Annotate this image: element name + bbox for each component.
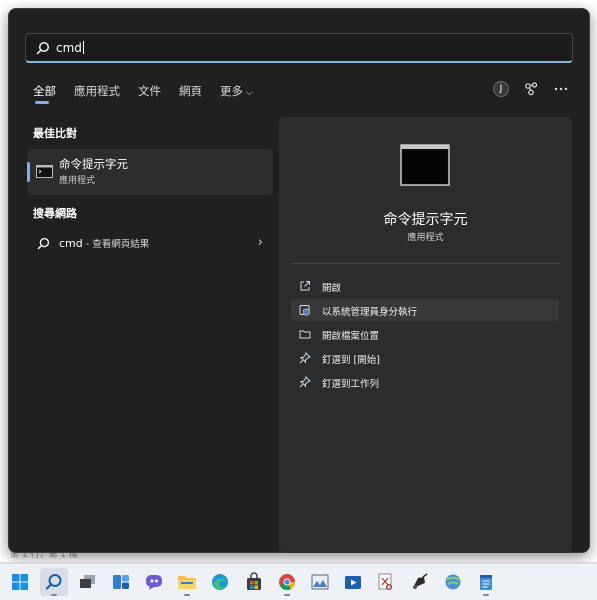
action-label: 開啟檔案位置 (322, 331, 380, 342)
admin-shield-icon (299, 305, 310, 316)
detail-app-type: 應用程式 (407, 233, 444, 243)
taskbar-chrome-button[interactable] (273, 568, 301, 596)
taskbar-start-button[interactable] (6, 568, 34, 596)
web-search-term: cmd (59, 237, 83, 250)
detail-app-name: 命令提示字元 (383, 212, 468, 228)
tab-all[interactable]: 全部 (33, 83, 56, 104)
pin-icon (299, 352, 311, 364)
action-pin-to-start[interactable]: 釘選到 [開始] (291, 347, 559, 369)
search-input[interactable]: cmd (25, 33, 573, 63)
photos-icon (311, 574, 329, 590)
best-match-type: 應用程式 (59, 176, 96, 186)
taskbar-media-button[interactable] (339, 568, 367, 596)
paint-icon (413, 573, 428, 589)
taskbar-edge-button[interactable] (206, 568, 234, 596)
header-actions: J (493, 81, 569, 97)
web-search-result[interactable]: cmd - 查看網頁結果 › (33, 235, 265, 253)
action-run-as-admin[interactable]: 以系統管理員身分執行 (291, 299, 559, 321)
tab-web[interactable]: 網頁 (179, 83, 202, 103)
windows-start-icon (12, 574, 28, 590)
taskbar (0, 563, 597, 600)
active-indicator (51, 594, 57, 596)
taskbar-network-button[interactable] (439, 568, 467, 596)
search-icon (37, 237, 50, 250)
best-match-heading: 最佳比對 (33, 127, 77, 140)
edge-icon (212, 574, 228, 590)
command-prompt-large-icon (400, 144, 450, 186)
web-search-suffix: - 查看網頁結果 (82, 239, 150, 250)
more-options-icon[interactable] (553, 81, 569, 97)
running-indicator (184, 594, 190, 596)
search-query-text: cmd (56, 41, 82, 55)
taskbar-widgets-button[interactable] (107, 568, 135, 596)
taskbar-store-button[interactable] (240, 568, 268, 596)
action-open-file-location[interactable]: 開啟檔案位置 (291, 323, 559, 345)
chevron-down-icon: ⌵ (246, 88, 253, 98)
tab-more[interactable]: 更多 ⌵ (220, 83, 253, 103)
file-explorer-icon (178, 576, 196, 589)
taskbar-snip-button[interactable] (372, 568, 400, 596)
selection-indicator (27, 162, 30, 182)
widgets-icon (113, 575, 129, 589)
action-open[interactable]: 開啟 (291, 275, 559, 297)
snip-icon (378, 573, 393, 591)
taskbar-file-explorer-button[interactable] (173, 568, 201, 596)
taskbar-search-button[interactable] (40, 568, 68, 596)
store-icon (247, 572, 261, 590)
web-search-heading: 搜尋網路 (33, 207, 77, 220)
task-view-icon (80, 575, 95, 588)
pin-icon (299, 376, 311, 388)
search-icon (36, 41, 50, 55)
running-indicator (483, 594, 489, 596)
detail-divider (291, 263, 560, 264)
notepad-icon (480, 575, 492, 590)
text-caret (82, 41, 84, 54)
tab-documents[interactable]: 文件 (138, 83, 161, 103)
folder-icon (299, 330, 311, 339)
taskbar-paint-button[interactable] (405, 568, 433, 596)
search-icon (45, 574, 62, 590)
action-label: 釘選到工作列 (322, 379, 380, 390)
taskbar-notepad-button[interactable] (472, 568, 500, 596)
chevron-right-icon: › (257, 235, 263, 250)
filter-tabs: 全部 應用程式 文件 網頁 更多 ⌵ (33, 83, 271, 104)
taskbar-chat-button[interactable] (140, 568, 168, 596)
action-label: 以系統管理員身分執行 (322, 307, 418, 318)
account-avatar[interactable]: J (493, 81, 509, 97)
media-icon (345, 576, 361, 589)
command-prompt-icon (36, 165, 53, 178)
open-external-icon (300, 281, 310, 291)
result-detail-pane: 命令提示字元 應用程式 開啟 以系統管理員身分執行 開啟檔案位置 釘選到 [開始… (279, 117, 572, 553)
running-indicator (284, 594, 290, 596)
action-label: 開啟 (322, 283, 342, 294)
taskbar-photos-button[interactable] (306, 568, 334, 596)
network-icon (445, 574, 461, 590)
action-label: 釘選到 [開始] (322, 355, 380, 366)
best-match-result[interactable]: 命令提示字元 應用程式 (27, 149, 273, 195)
best-match-name: 命令提示字元 (59, 157, 128, 171)
search-panel: cmd 全部 應用程式 文件 網頁 更多 ⌵ J 最佳比對 命令提示字元 應用程式 (8, 8, 590, 553)
share-network-icon[interactable] (523, 81, 539, 97)
chat-icon (146, 575, 162, 590)
taskbar-task-view-button[interactable] (74, 568, 102, 596)
action-pin-to-taskbar[interactable]: 釘選到工作列 (291, 371, 559, 393)
tab-apps[interactable]: 應用程式 (74, 83, 120, 103)
chrome-icon (279, 574, 296, 591)
